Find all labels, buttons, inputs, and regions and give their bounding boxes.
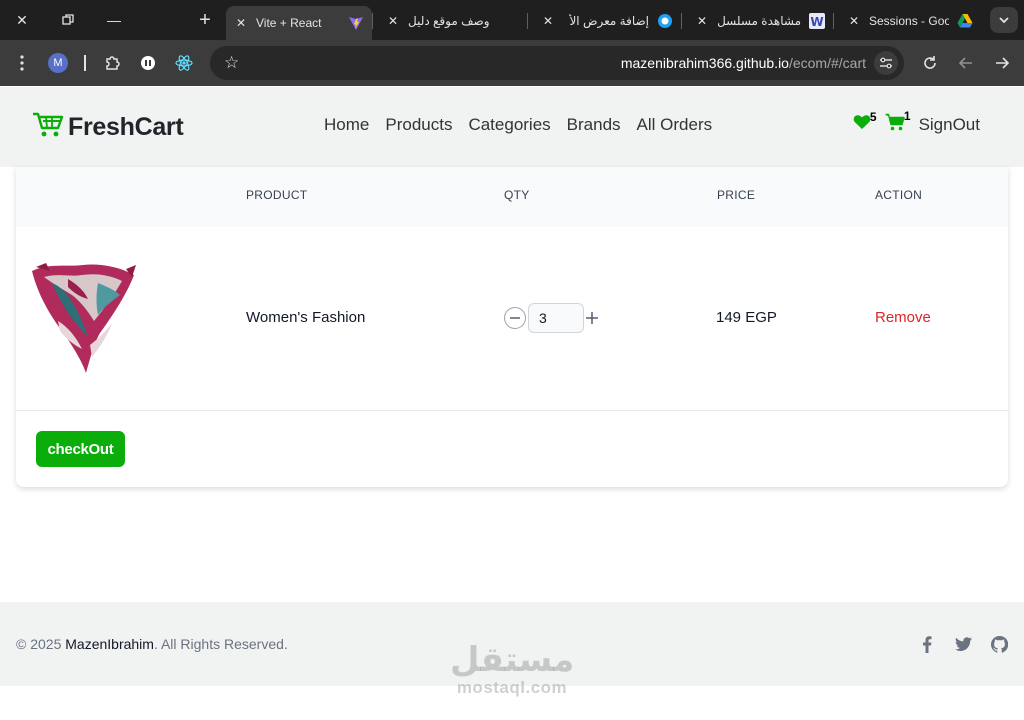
vite-logo-icon [348, 15, 364, 31]
nav-link-home[interactable]: Home [324, 115, 369, 135]
wishlist-button[interactable]: 5 [853, 110, 877, 135]
more-menu-icon[interactable] [10, 51, 34, 75]
address-bar[interactable]: ☆ mazenibrahim366.github.io/ecom/#/cart [210, 46, 904, 80]
cart-icon [885, 113, 905, 136]
nav-link-categories[interactable]: Categories [468, 115, 550, 135]
toolbar-divider [84, 55, 86, 71]
github-icon[interactable] [990, 635, 1008, 653]
minimize-window-icon[interactable]: — [102, 8, 126, 32]
nav-actions: 5 1 SignOut [853, 109, 980, 136]
close-tab-icon[interactable]: ✕ [695, 14, 709, 28]
product-price: 149 EGP [716, 309, 777, 326]
facebook-icon[interactable] [918, 635, 936, 653]
tab-site-description[interactable]: ✕ وصف موقع دليل [378, 6, 526, 36]
profile-avatar[interactable]: M [46, 51, 70, 75]
twitter-icon[interactable] [954, 635, 972, 653]
product-image [28, 261, 138, 377]
close-tab-icon[interactable]: ✕ [234, 16, 248, 30]
header-product: PRODUCT [246, 188, 308, 202]
table-row: Women's Fashion 3 149 EGP Remove [16, 227, 1008, 411]
reload-icon[interactable] [918, 51, 942, 75]
tab-sessions-google-drive[interactable]: ✕ Sessions - Goo [839, 6, 981, 36]
header-qty: QTY [504, 188, 530, 202]
circle-site-icon [657, 13, 673, 29]
wishlist-count-badge: 5 [869, 110, 877, 124]
mostaql-watermark: مستقل mostaql.com [450, 640, 575, 697]
w-site-icon: W [809, 13, 825, 29]
shopping-cart-logo-icon [32, 111, 64, 144]
quantity-stepper: 3 [504, 303, 600, 333]
close-tab-icon[interactable]: ✕ [847, 14, 861, 28]
header-action: ACTION [875, 188, 923, 202]
tab-vite-react[interactable]: ✕ Vite + React [226, 6, 372, 40]
tab-add-gallery[interactable]: ✕ إضافة معرض الأ [533, 6, 681, 36]
svg-text:W: W [810, 15, 823, 29]
nav-link-all-orders[interactable]: All Orders [637, 115, 713, 135]
brand-logo[interactable]: FreshCart [32, 111, 184, 144]
nav-links: Home Products Categories Brands All Orde… [324, 115, 712, 135]
quantity-input[interactable]: 3 [528, 303, 584, 333]
back-arrow-icon[interactable] [954, 51, 978, 75]
nav-link-brands[interactable]: Brands [567, 115, 621, 135]
heart-icon [853, 114, 871, 135]
close-window-icon[interactable]: ✕ [10, 8, 34, 32]
browser-tab-strip: ✕ — + ✕ Vite + React ✕ وصف موقع دليل ✕ إ… [0, 0, 1024, 40]
extension-circle-icon[interactable] [136, 51, 160, 75]
header-price: PRICE [717, 188, 756, 202]
site-navbar: FreshCart Home Products Categories Brand… [0, 87, 1024, 167]
social-links [918, 635, 1008, 653]
close-tab-icon[interactable]: ✕ [386, 14, 400, 28]
forward-arrow-icon[interactable] [990, 51, 1014, 75]
restore-window-icon[interactable] [56, 8, 80, 32]
copyright-text: © 2025 MazenIbrahim. All Rights Reserved… [16, 636, 288, 652]
cart-table-header: PRODUCT QTY PRICE ACTION [16, 167, 1008, 227]
product-name: Women's Fashion [246, 309, 366, 326]
url-text: mazenibrahim366.github.io/ecom/#/cart [620, 55, 866, 71]
signout-link[interactable]: SignOut [919, 115, 980, 135]
tab-search-button[interactable] [990, 7, 1018, 33]
brand-name: FreshCart [68, 113, 184, 141]
site-settings-icon[interactable] [874, 51, 898, 75]
remove-item-link[interactable]: Remove [875, 309, 931, 326]
cart-count-badge: 1 [903, 109, 911, 123]
tab-watch-series[interactable]: ✕ مشاهدة مسلسل W [687, 6, 833, 36]
react-devtools-icon[interactable] [172, 51, 196, 75]
cart-card: PRODUCT QTY PRICE ACTION Women's Fashion [16, 167, 1008, 487]
google-drive-icon [957, 13, 973, 29]
nav-link-products[interactable]: Products [385, 115, 452, 135]
decrease-quantity-button[interactable] [504, 307, 526, 329]
extensions-puzzle-icon[interactable] [100, 51, 124, 75]
cart-button[interactable]: 1 [885, 109, 911, 136]
bookmark-star-icon[interactable]: ☆ [224, 53, 239, 73]
owner-name: MazenIbrahim [65, 636, 154, 652]
increase-quantity-button[interactable] [584, 307, 600, 329]
browser-toolbar: M ☆ mazenibrahim366.github.io/ecom/#/car… [0, 40, 1024, 86]
checkout-button[interactable]: checkOut [36, 431, 125, 467]
close-tab-icon[interactable]: ✕ [541, 14, 555, 28]
new-tab-button[interactable]: + [193, 8, 217, 32]
